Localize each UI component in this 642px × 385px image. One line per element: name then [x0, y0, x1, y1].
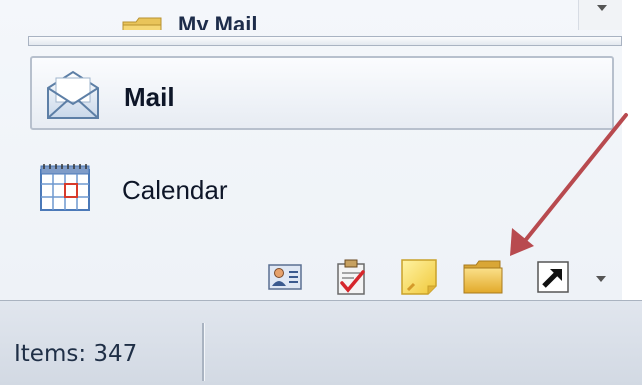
tasks-icon[interactable] [330, 256, 372, 298]
navigation-pane: My Mail Mail Calendar [0, 0, 622, 300]
mail-button[interactable]: Mail [30, 56, 614, 130]
nav-folder-label: My Mail [178, 12, 258, 30]
items-count: Items: 347 [14, 341, 138, 367]
scroll-down-icon[interactable] [597, 5, 607, 11]
folder-list-icon[interactable] [462, 256, 504, 298]
notes-icon[interactable] [398, 256, 440, 298]
shortcuts-icon[interactable] [532, 256, 574, 298]
status-bar: Items: 347 [0, 300, 642, 385]
status-divider [202, 323, 205, 381]
folder-icon [122, 17, 162, 30]
contacts-icon[interactable] [264, 256, 306, 298]
configure-buttons-icon[interactable] [596, 276, 606, 282]
calendar-icon [40, 164, 90, 211]
mail-icon [47, 70, 99, 119]
nav-folder-item-partial[interactable]: My Mail [0, 0, 578, 30]
calendar-label: Calendar [122, 175, 228, 205]
pane-splitter[interactable] [28, 36, 622, 46]
calendar-button[interactable]: Calendar [30, 150, 330, 224]
scrollbar[interactable] [578, 0, 622, 30]
mail-label: Mail [124, 82, 175, 112]
